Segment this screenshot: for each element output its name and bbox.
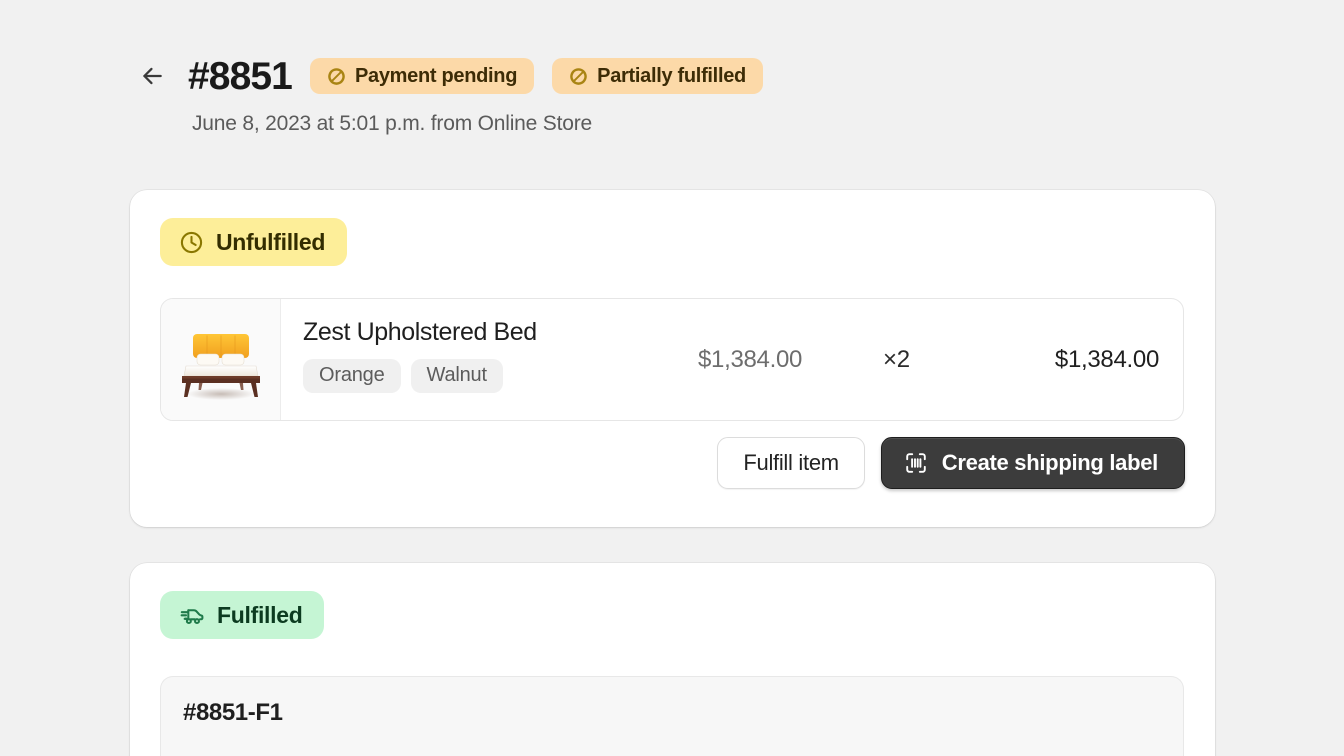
status-badge-fulfillment: Partially fulfilled (552, 58, 763, 94)
order-header: #8851 Payment pending Partially fulfille… (130, 52, 1220, 136)
fulfilled-status-badge: Fulfilled (160, 591, 325, 639)
delivery-truck-icon (179, 602, 205, 628)
variant-chip-material: Walnut (410, 358, 503, 393)
fulfillment-id: #8851-F1 (183, 699, 283, 726)
line-item-unit-price: $1,384.00 (698, 345, 803, 373)
order-detail-page: #8851 Payment pending Partially fulfille… (0, 0, 1344, 756)
order-timestamp: June 8, 2023 at 5:01 p.m. from Online St… (192, 112, 592, 135)
back-button[interactable] (134, 58, 170, 94)
unfulfilled-card: Unfulfilled Zest Upholstered Bed Orange … (130, 190, 1215, 527)
product-thumbnail (161, 299, 281, 420)
order-header-row: #8851 Payment pending Partially fulfille… (130, 52, 1220, 100)
unfulfilled-status-label: Unfulfilled (216, 228, 326, 255)
barcode-scan-icon (904, 451, 928, 475)
fulfilled-badge-row: Fulfilled (130, 563, 1215, 639)
clock-icon (179, 230, 204, 255)
unfulfilled-card-actions: Fulfill item Create shipping label (717, 437, 1185, 489)
fulfill-item-button[interactable]: Fulfill item (717, 437, 865, 489)
line-item-details: Zest Upholstered Bed Orange Walnut (281, 299, 698, 420)
arrow-left-icon (139, 63, 165, 89)
unfulfilled-badge-row: Unfulfilled (130, 190, 1215, 266)
no-entry-icon (327, 67, 346, 86)
status-badge-fulfillment-label: Partially fulfilled (597, 64, 746, 87)
page-title: #8851 (188, 54, 293, 98)
no-entry-icon (569, 67, 588, 86)
fulfill-item-label: Fulfill item (743, 450, 839, 475)
line-item-total: $1,384.00 (1054, 345, 1159, 373)
fulfillment-panel: #8851-F1 (160, 676, 1184, 756)
fulfilled-card: Fulfilled #8851-F1 (130, 563, 1215, 756)
variant-chip-list: Orange Walnut (303, 358, 698, 393)
unfulfilled-status-badge: Unfulfilled (160, 218, 348, 266)
line-item-row[interactable]: Zest Upholstered Bed Orange Walnut $1,38… (160, 298, 1184, 421)
status-badge-payment-label: Payment pending (354, 64, 518, 87)
create-shipping-label-text: Create shipping label (941, 450, 1159, 475)
line-item-quantity: ×2 (883, 345, 910, 373)
variant-chip-color: Orange (303, 358, 401, 393)
create-shipping-label-button[interactable]: Create shipping label (880, 437, 1185, 489)
fulfilled-status-label: Fulfilled (217, 601, 303, 628)
status-badge-payment: Payment pending (309, 58, 535, 94)
bed-illustration (181, 333, 260, 400)
product-title[interactable]: Zest Upholstered Bed (303, 318, 698, 347)
